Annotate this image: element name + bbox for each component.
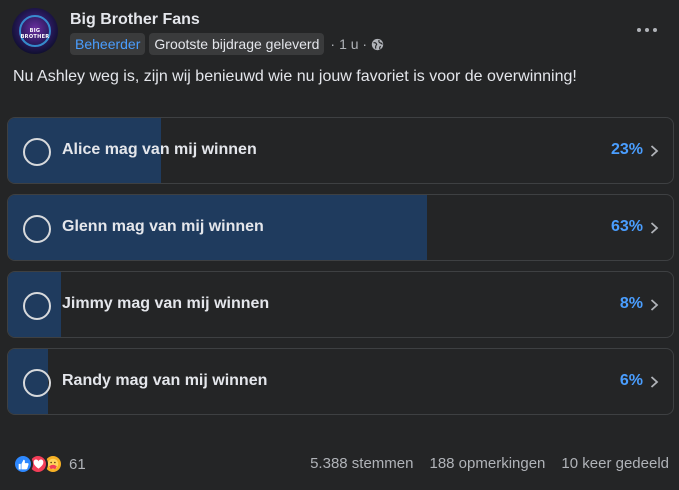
- poll-option-percent: 63%: [610, 218, 643, 235]
- poll-option-label: Alice mag van mij winnen: [62, 141, 257, 158]
- poll-option-percent: 8%: [619, 295, 643, 312]
- admin-badge[interactable]: Beheerder: [70, 33, 146, 55]
- poll-option-jimmy[interactable]: Jimmy mag van mij winnen 8%: [7, 271, 674, 338]
- reaction-count[interactable]: 61: [69, 456, 86, 473]
- group-avatar[interactable]: BIG BROTHER: [12, 8, 58, 54]
- radio-circle-icon[interactable]: [23, 138, 51, 166]
- top-contributor-badge[interactable]: Grootste bijdrage geleverd: [149, 33, 325, 55]
- more-options-icon[interactable]: [633, 20, 661, 40]
- poll-option-alice[interactable]: Alice mag van mij winnen 23%: [7, 117, 674, 184]
- post-header: BIG BROTHER Big Brother Fans Beheerder G…: [12, 8, 667, 56]
- reaction-summary[interactable]: 61: [13, 454, 86, 474]
- post-footer: 61 5.388 stemmen 188 opmerkingen 10 keer…: [13, 452, 669, 478]
- chevron-right-icon: [650, 376, 659, 388]
- share-count[interactable]: 10 keer gedeeld: [561, 455, 669, 472]
- poll-option-label: Glenn mag van mij winnen: [62, 218, 264, 235]
- poll-option-glenn[interactable]: Glenn mag van mij winnen 63%: [7, 194, 674, 261]
- poll-options: Alice mag van mij winnen 23% Glenn mag v…: [7, 117, 674, 425]
- post-time-link[interactable]: 1 u ·: [339, 36, 367, 52]
- like-icon: [13, 454, 33, 474]
- meta-separator: ·: [330, 36, 336, 52]
- post-question: Nu Ashley weg is, zijn wij benieuwd wie …: [13, 68, 577, 85]
- radio-circle-icon[interactable]: [23, 369, 51, 397]
- comment-count[interactable]: 188 opmerkingen: [429, 455, 545, 472]
- chevron-right-icon: [650, 222, 659, 234]
- group-name-link[interactable]: Big Brother Fans: [70, 11, 200, 29]
- post-meta: Beheerder Grootste bijdrage geleverd · 1…: [70, 33, 384, 55]
- vote-count[interactable]: 5.388 stemmen: [310, 455, 413, 472]
- poll-option-randy[interactable]: Randy mag van mij winnen 6%: [7, 348, 674, 415]
- poll-option-label: Randy mag van mij winnen: [62, 372, 268, 389]
- radio-circle-icon[interactable]: [23, 215, 51, 243]
- post-card: BIG BROTHER Big Brother Fans Beheerder G…: [0, 0, 679, 490]
- poll-option-label: Jimmy mag van mij winnen: [62, 295, 270, 312]
- avatar-logo-text: BIG BROTHER: [20, 28, 50, 40]
- globe-icon: [371, 38, 384, 50]
- chevron-right-icon: [650, 299, 659, 311]
- poll-option-percent: 23%: [610, 141, 643, 158]
- poll-option-percent: 6%: [619, 372, 643, 389]
- radio-circle-icon[interactable]: [23, 292, 51, 320]
- chevron-right-icon: [650, 145, 659, 157]
- post-stats: 5.388 stemmen 188 opmerkingen 10 keer ge…: [294, 455, 669, 472]
